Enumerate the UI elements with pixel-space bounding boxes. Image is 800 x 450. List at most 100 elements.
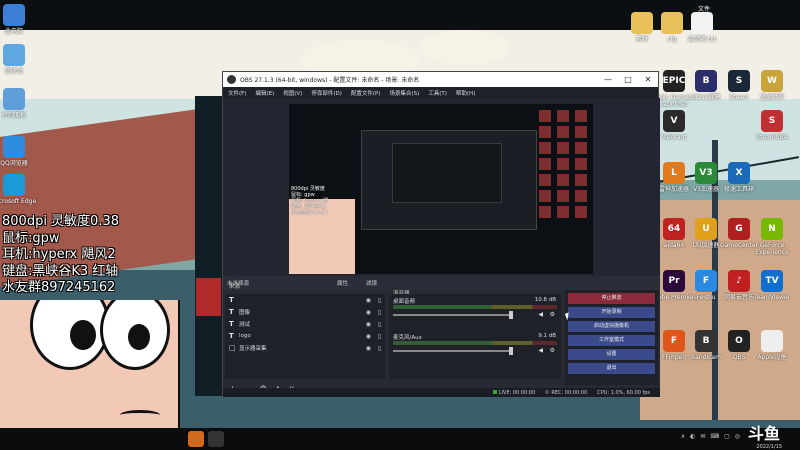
fader-handle[interactable] [509, 347, 513, 355]
taskbar-app-icon[interactable] [188, 431, 204, 447]
speaker-icon[interactable]: ◀ [538, 311, 543, 318]
desktop-app[interactable]: W 完美世界 [746, 70, 798, 101]
mixer-channel: 麦克风/Aux 9.1 dB ◀ ⚙ [389, 330, 561, 366]
desktop-icon[interactable]: Microsoft Edge [0, 174, 40, 205]
visibility-icon[interactable]: ◉ [366, 297, 371, 304]
desktop-icon-label: SteamSBA [756, 134, 788, 141]
desktop-icon[interactable]: QQ浏览器 [0, 136, 40, 167]
volume-fader[interactable] [393, 314, 513, 316]
menu-item[interactable]: 帮助(H) [456, 89, 475, 97]
control-button[interactable]: 设置 [568, 349, 655, 360]
properties-button[interactable]: 属性 [337, 279, 348, 287]
lock-icon[interactable]: ▯ [378, 297, 381, 304]
preview-specs-text: 800dpi 灵敏度 鼠标: gpw 耳机: hyperx 飓键盘: 黑峡谷K3 水友… [291, 186, 328, 216]
source-type-icon: T [229, 320, 234, 328]
control-button[interactable]: 开始录制 [568, 307, 655, 318]
tray-icon[interactable]: ⌨ [710, 433, 719, 440]
desktop-app[interactable]: Apple设备 [746, 330, 798, 361]
desktop-app-icon: N [761, 218, 783, 240]
preview-app-icon [557, 142, 569, 154]
desktop-icon-label: 此电脑 [4, 28, 23, 35]
stream-preview[interactable]: 800dpi 灵敏度 鼠标: gpw 耳机: hyperx 飓键盘: 黑峡谷K3 水友… [289, 104, 593, 274]
preview-app-icon [539, 174, 551, 186]
menu-item[interactable]: 工具(T) [428, 89, 447, 97]
tray-icon[interactable]: ▢ [724, 433, 730, 440]
spec-line: 鼠标:gpw [2, 230, 60, 246]
speaker-icon[interactable]: ◀ [538, 347, 543, 354]
desktop-icon-icon [3, 4, 25, 26]
preview-app-icon [557, 174, 569, 186]
control-button[interactable]: 工作室模式 [568, 335, 655, 346]
desktop-app[interactable]: S SteamSBA [746, 110, 798, 141]
menu-item[interactable]: 文件(F) [228, 89, 246, 97]
source-item[interactable]: T 图像 ◉ ▯ [225, 306, 385, 318]
visibility-icon[interactable]: ◉ [366, 345, 371, 352]
fader-handle[interactable] [509, 311, 513, 319]
source-item[interactable]: T ◉ ▯ [225, 294, 385, 306]
menu-item[interactable]: 视图(V) [283, 89, 302, 97]
preview-area: 800dpi 灵敏度 鼠标: gpw 耳机: hyperx 飓键盘: 黑峡谷K3 水友… [223, 98, 660, 276]
source-label: 测试 [239, 322, 251, 328]
menu-item[interactable]: 停靠部件(D) [311, 89, 342, 97]
control-button[interactable]: 启动虚拟摄像机 [568, 321, 655, 332]
spec-line: 水友群897245162 [2, 280, 116, 295]
menu-item[interactable]: 场景集合(S) [389, 89, 419, 97]
minimize-icon[interactable]: — [598, 72, 618, 87]
douyu-watermark: 斗鱼 [747, 424, 780, 443]
gear-icon[interactable]: ⚙ [550, 347, 555, 354]
desktop-app[interactable]: N GeForce Experience [746, 218, 798, 256]
gear-icon[interactable]: ⚙ [550, 311, 555, 318]
preview-text-line: 水友群8972451 [291, 210, 329, 216]
channel-db: 9.1 dB [538, 333, 556, 339]
volume-fader[interactable] [393, 350, 513, 352]
lock-icon[interactable]: ▯ [378, 309, 381, 316]
desktop-icon[interactable]: 回收站 [0, 44, 40, 75]
source-item[interactable]: T 测试 ◉ ▯ [225, 318, 385, 330]
filters-button[interactable]: 滤镜 [366, 279, 377, 287]
source-type-icon: T [229, 332, 234, 340]
close-icon[interactable]: ✕ [638, 72, 658, 87]
volume-meter [393, 341, 557, 345]
desktop-icon-label: Apple设备 [757, 354, 787, 361]
menu-item[interactable]: 编辑(E) [255, 89, 274, 97]
lock-icon[interactable]: ▯ [378, 321, 381, 328]
tray-icon[interactable]: ◎ [735, 433, 740, 440]
desktop-app-icon: X [728, 162, 750, 184]
obs-titlebar[interactable]: OBS 27.1.3 (64-bit, windows) - 配置文件: 未命名… [223, 72, 658, 87]
live-status: LIVE: 00:00:00 [492, 389, 535, 396]
tray-icon[interactable]: ∧ [681, 433, 685, 440]
menu-item[interactable]: 配置文件(P) [351, 89, 381, 97]
preview-app-icon [575, 206, 587, 218]
preview-app-icon [539, 110, 551, 122]
preview-app-icon [575, 110, 587, 122]
tray-icon[interactable]: ◐ [690, 433, 695, 440]
lock-icon[interactable]: ▯ [378, 345, 381, 352]
rec-status: REC: 00:00:00 [545, 389, 587, 396]
obs-taskbar-icon[interactable] [208, 431, 224, 447]
source-item[interactable]: □ 显示器采集 ◉ ▯ [225, 342, 385, 354]
maximize-icon[interactable]: □ [618, 72, 638, 87]
control-button[interactable]: 退出 [568, 363, 655, 374]
visibility-icon[interactable]: ◉ [366, 321, 371, 328]
desktop-icon-label: 完美世界 [759, 94, 784, 101]
desktop-app[interactable]: X 极速工具箱 [713, 162, 765, 193]
desktop-icon[interactable]: 此电脑 [0, 4, 40, 35]
preview-app-icon [557, 126, 569, 138]
folder-item[interactable]: 启动项.txt [676, 12, 728, 43]
lock-icon[interactable]: ▯ [378, 333, 381, 340]
preview-app-icon [557, 190, 569, 202]
tray-icon[interactable]: ✉ [700, 433, 705, 440]
desktop-icon[interactable]: 控制面板 [0, 88, 40, 119]
visibility-icon[interactable]: ◉ [366, 309, 371, 316]
taskbar: ∧ ◐ ✉ ⌨ ▢ ◎ [0, 428, 800, 450]
obs-window[interactable]: OBS 27.1.3 (64-bit, windows) - 配置文件: 未命名… [222, 71, 660, 397]
control-button[interactable]: 停止推流 [568, 293, 655, 304]
desktop-icon-label: 回收站 [4, 68, 23, 75]
source-item[interactable]: Tlogo ◉ ▯ [225, 330, 385, 342]
visibility-icon[interactable]: ◉ [366, 333, 371, 340]
desktop-icon-icon [3, 44, 25, 66]
desktop-icon-icon [3, 88, 25, 110]
controls-panel: 停止推流开始录制启动虚拟摄像机 工作室模式设置退出 [565, 290, 658, 385]
desktop-app[interactable]: TV TeamViewer [746, 270, 798, 301]
desktop-icon-icon [3, 174, 25, 196]
